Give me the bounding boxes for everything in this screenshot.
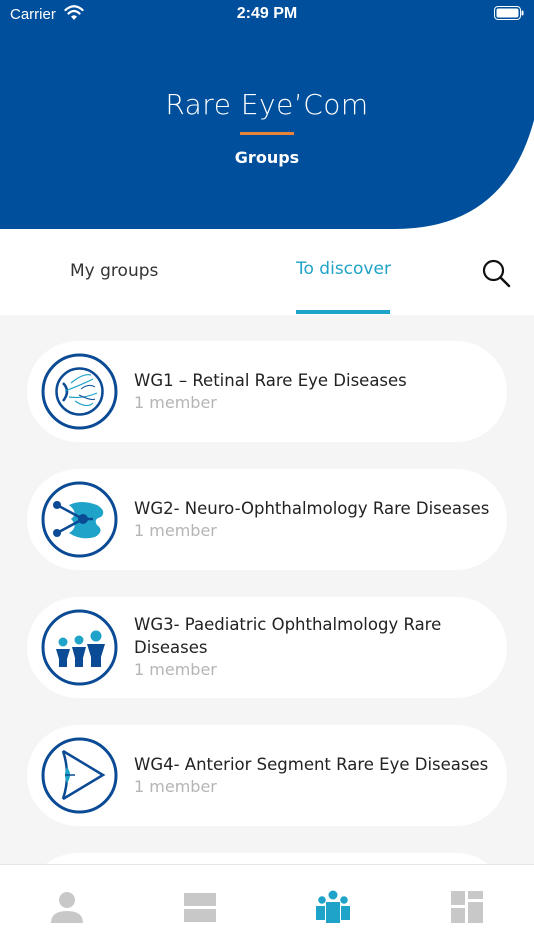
- group-member-count: 1 member: [134, 521, 217, 540]
- group-title: WG2- Neuro-Ophthalmology Rare Diseases: [134, 499, 490, 518]
- group-title: WG1 – Retinal Rare Eye Diseases: [134, 371, 407, 390]
- group-card-wg3[interactable]: WG3- Paediatric Ophthalmology Rare Disea…: [27, 597, 507, 698]
- group-card-wg4[interactable]: WG4- Anterior Segment Rare Eye Diseases …: [27, 725, 507, 826]
- search-icon[interactable]: [480, 257, 512, 289]
- header: Carrier 2:49 PM Rare Eye’Com Groups: [0, 0, 534, 229]
- tab-to-discover[interactable]: To discover: [296, 229, 391, 315]
- group-card-wg2[interactable]: WG2- Neuro-Ophthalmology Rare Diseases 1…: [27, 469, 507, 570]
- optic-nerve-icon: [41, 481, 118, 558]
- active-tab-indicator: [296, 310, 390, 314]
- tab-my-groups-label: My groups: [70, 261, 159, 281]
- app-title: Rare Eye’Com: [165, 88, 369, 121]
- retina-eye-icon: [41, 353, 118, 430]
- bottom-navigation: [0, 864, 534, 950]
- status-time: 2:49 PM: [236, 5, 298, 22]
- page-subtitle: Groups: [234, 148, 300, 167]
- battery-icon: [494, 6, 524, 20]
- group-title: WG3- Paediatric Ophthalmology Rare: [134, 615, 442, 634]
- status-bar: Carrier 2:49 PM: [0, 0, 534, 28]
- anterior-eye-icon: [41, 737, 118, 814]
- children-group-icon: [41, 609, 118, 686]
- group-title: WG4- Anterior Segment Rare Eye Diseases: [134, 755, 489, 774]
- feed-icon[interactable]: [180, 887, 220, 927]
- dashboard-icon[interactable]: [447, 887, 487, 927]
- tab-to-discover-label: To discover: [296, 259, 391, 279]
- title-underline: [240, 132, 294, 135]
- group-title-line2: Diseases: [134, 638, 208, 657]
- groups-icon[interactable]: [313, 887, 353, 927]
- group-member-count: 1 member: [134, 777, 217, 796]
- group-member-count: 1 member: [134, 660, 217, 679]
- group-card-wg1[interactable]: WG1 – Retinal Rare Eye Diseases 1 member: [27, 341, 507, 442]
- tab-my-groups[interactable]: My groups: [70, 229, 190, 315]
- group-member-count: 1 member: [134, 393, 217, 412]
- group-list[interactable]: WG1 – Retinal Rare Eye Diseases 1 member…: [0, 315, 534, 865]
- tab-bar: My groups To discover: [0, 229, 534, 315]
- profile-icon[interactable]: [47, 887, 87, 927]
